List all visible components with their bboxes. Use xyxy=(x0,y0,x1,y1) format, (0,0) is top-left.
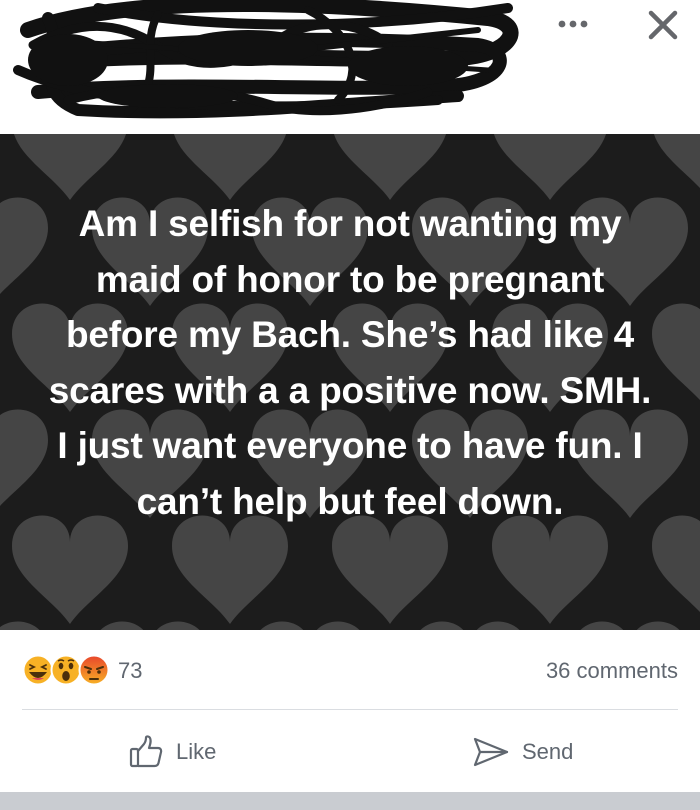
angry-icon xyxy=(78,654,110,686)
post-text: Am I selfish for not wanting my maid of … xyxy=(48,203,652,522)
send-label: Send xyxy=(522,739,574,764)
haha-icon xyxy=(22,654,54,686)
send-icon xyxy=(473,737,509,767)
send-button[interactable]: Send xyxy=(472,730,573,774)
post-viewer: Am I selfish for not wanting my maid of … xyxy=(0,0,700,810)
comments-count[interactable]: 36 comments xyxy=(546,658,678,684)
bottom-separator-bar xyxy=(0,792,700,810)
post-header xyxy=(0,0,700,134)
like-label: Like xyxy=(176,739,217,764)
reaction-icons[interactable] xyxy=(22,654,114,686)
reactions-summary: 73 36 comments xyxy=(0,630,700,708)
redacted-author-scribble xyxy=(8,0,528,122)
more-horizontal-icon[interactable] xyxy=(556,8,590,38)
reaction-count[interactable]: 73 xyxy=(118,658,142,684)
post-image[interactable]: Am I selfish for not wanting my maid of … xyxy=(0,134,700,630)
wow-icon xyxy=(50,654,82,686)
divider xyxy=(22,709,678,710)
close-icon[interactable] xyxy=(646,8,680,42)
like-button[interactable]: Like xyxy=(128,730,216,774)
thumbs-up-icon xyxy=(129,735,163,768)
